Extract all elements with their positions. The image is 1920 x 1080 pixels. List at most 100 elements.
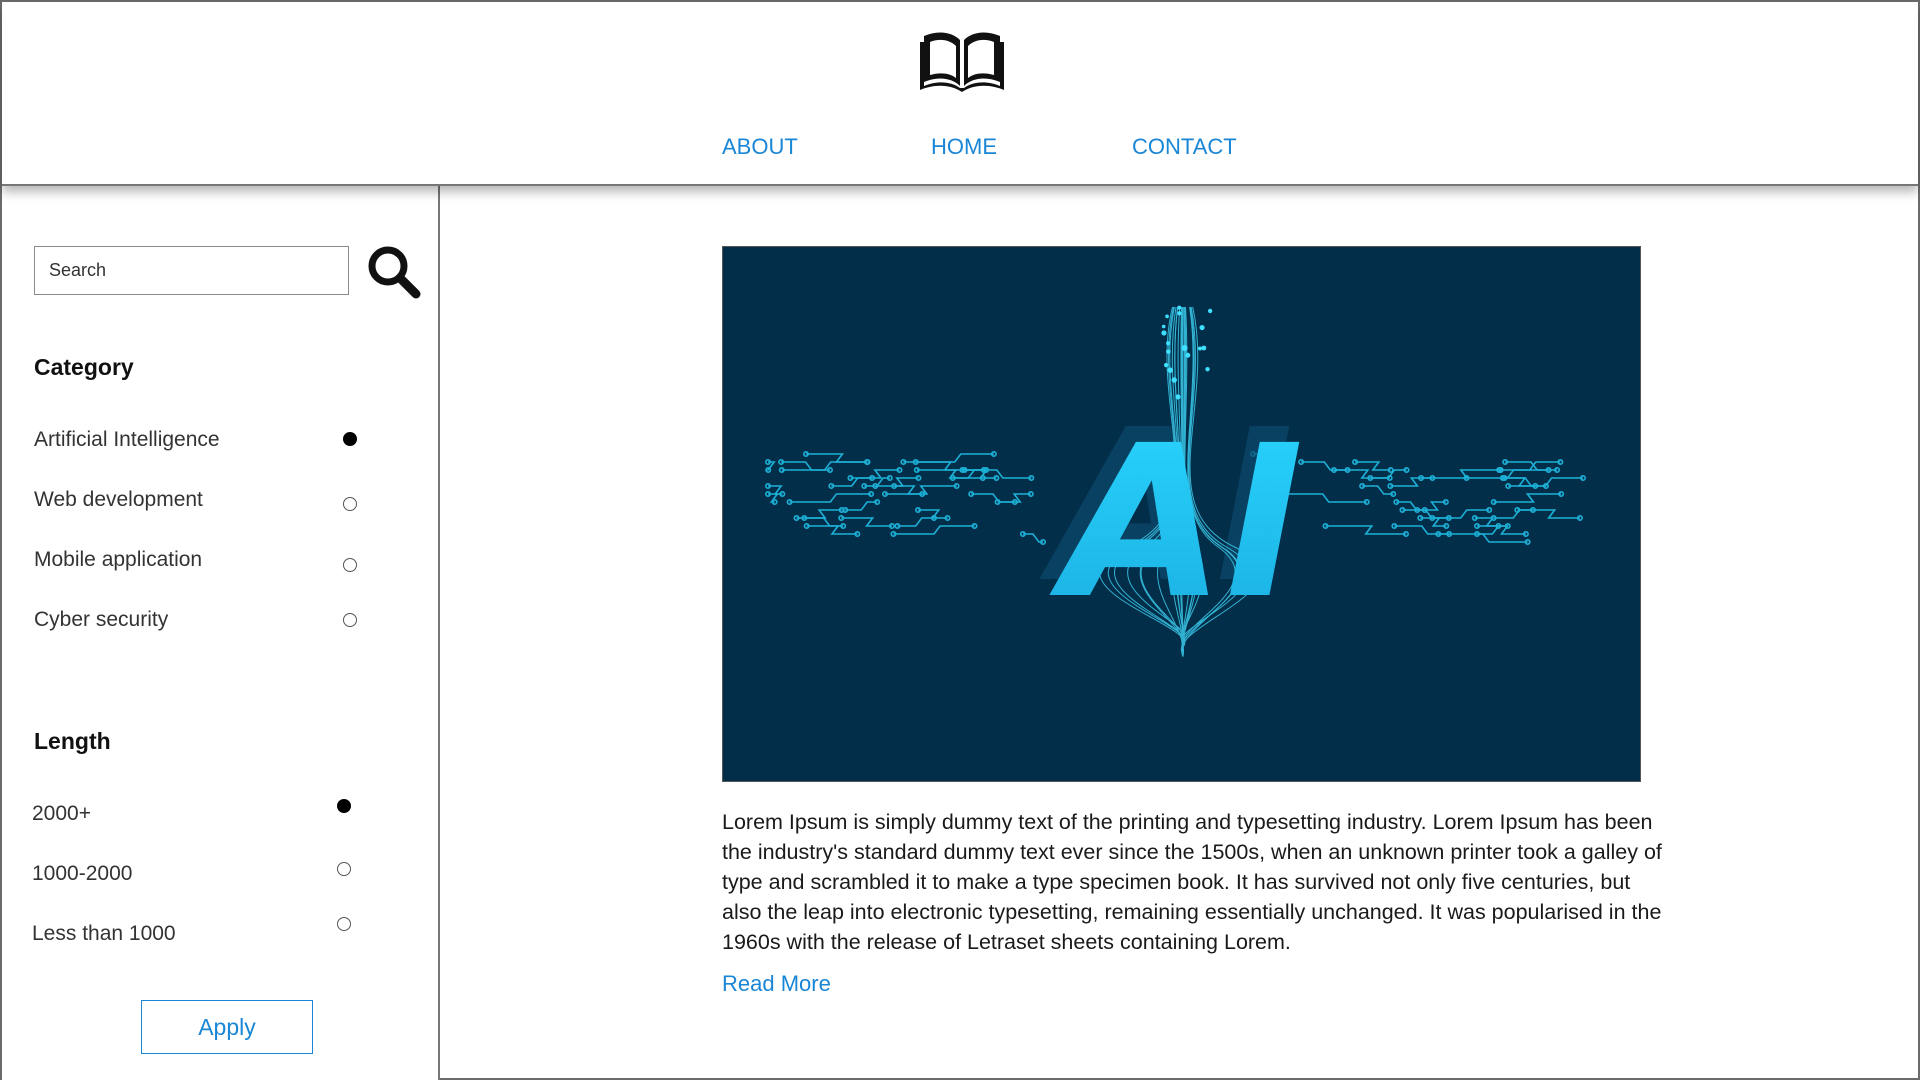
circuit-trace xyxy=(1493,493,1562,503)
circuit-node xyxy=(888,522,895,529)
circuit-trace xyxy=(893,525,975,535)
hero-ai-text: AI xyxy=(1049,400,1304,645)
category-option-label: Mobile application xyxy=(34,548,203,571)
circuit-node xyxy=(882,491,889,498)
glow-dot xyxy=(1175,394,1181,400)
circuit-trace xyxy=(805,453,867,463)
category-option-label: Artificial Intelligence xyxy=(34,428,220,451)
circuit-trace xyxy=(804,517,844,527)
category-radio-web[interactable] xyxy=(343,497,357,511)
glow-dot xyxy=(1177,305,1182,310)
glow-dot xyxy=(1165,314,1169,319)
circuit-trace xyxy=(971,493,1015,503)
circuit-node xyxy=(894,522,901,529)
circuit-trace xyxy=(1417,501,1446,511)
glow-dot xyxy=(1163,362,1169,368)
circuit-trace xyxy=(1466,469,1549,479)
glow-dot xyxy=(1199,324,1205,331)
circuit-trace xyxy=(864,477,890,487)
circuit-trace xyxy=(845,501,878,511)
circuit-node xyxy=(1490,514,1497,521)
circuit-node xyxy=(1393,499,1400,506)
glow-dot xyxy=(1166,349,1171,354)
circuit-trace xyxy=(1493,509,1533,519)
article-body: Lorem Ipsum is simply dummy text of the … xyxy=(722,810,1662,954)
category-option-label: Cyber security xyxy=(34,608,169,631)
glow-dot xyxy=(1165,341,1171,346)
circuit-trace xyxy=(1432,509,1490,519)
circuit-node xyxy=(1387,483,1394,490)
circuit-trace xyxy=(915,453,994,463)
circuit-trace xyxy=(1333,469,1390,479)
nav-link-home[interactable]: HOME xyxy=(931,134,997,160)
circuit-node xyxy=(826,467,833,474)
circuit-node xyxy=(771,499,778,506)
circuit-trace xyxy=(1477,525,1526,535)
circuit-node xyxy=(913,467,920,474)
circuit-trace xyxy=(1301,461,1348,471)
circuit-trace xyxy=(918,509,948,519)
ai-circuit-illustration: AI AI xyxy=(764,305,1586,658)
top-header: ABOUT HOME CONTACT xyxy=(2,2,1918,186)
length-radio-less-1000[interactable] xyxy=(337,917,351,931)
glow-dot xyxy=(1201,345,1207,351)
search-input[interactable] xyxy=(34,246,349,295)
circuit-node xyxy=(778,467,785,474)
length-heading: Length xyxy=(34,728,111,754)
circuit-trace xyxy=(1390,477,1433,487)
circuit-node xyxy=(1403,467,1410,474)
circuit-node xyxy=(1474,522,1481,529)
circuit-node xyxy=(840,522,847,529)
circuit-trace xyxy=(1517,509,1580,519)
app-frame: ABOUT HOME CONTACT Category Artificial I… xyxy=(0,0,1920,1080)
circuit-trace xyxy=(952,469,984,479)
circuit-trace xyxy=(781,461,830,471)
category-radio-ai[interactable] xyxy=(343,432,357,446)
category-heading: Category xyxy=(34,354,134,380)
circuit-node xyxy=(779,491,786,498)
glow-dot xyxy=(1167,367,1173,373)
circuit-node xyxy=(1490,499,1497,506)
search-icon[interactable] xyxy=(366,244,422,300)
glow-dot xyxy=(1185,352,1191,358)
glow-dot xyxy=(1207,308,1213,314)
circuit-node xyxy=(802,451,809,458)
glow-dot xyxy=(1177,311,1182,316)
circuit-trace xyxy=(1421,469,1501,479)
circuit-trace xyxy=(1355,461,1391,471)
length-option-label: Less than 1000 xyxy=(32,922,176,945)
category-option-label: Web development xyxy=(34,488,203,511)
circuit-trace xyxy=(806,525,858,535)
circuit-trace xyxy=(1022,533,1043,543)
glow-dot xyxy=(1171,377,1177,383)
circuit-trace xyxy=(997,493,1031,503)
apply-button[interactable]: Apply xyxy=(141,1000,313,1054)
glow-dot xyxy=(1205,367,1210,372)
circuit-trace xyxy=(781,461,868,471)
filter-sidebar: Category Artificial Intelligence Web dev… xyxy=(2,186,440,1080)
length-radio-1000-2000[interactable] xyxy=(337,862,351,876)
circuit-node xyxy=(1322,522,1329,529)
circuit-trace xyxy=(897,517,934,527)
length-radio-2000-plus[interactable] xyxy=(337,799,351,813)
circuit-trace xyxy=(841,517,892,527)
article-hero-image: AI AI xyxy=(722,246,1641,782)
category-radio-cyber[interactable] xyxy=(343,613,357,627)
circuit-trace xyxy=(1325,525,1406,535)
circuit-trace xyxy=(789,493,872,503)
nav-link-contact[interactable]: CONTACT xyxy=(1132,134,1237,160)
length-option-label: 1000-2000 xyxy=(32,862,133,885)
glow-dot xyxy=(1181,345,1188,352)
glow-dot xyxy=(1161,330,1167,336)
glow-dot xyxy=(1161,324,1166,329)
circuit-node xyxy=(968,491,975,498)
category-radio-mobile[interactable] xyxy=(343,558,357,572)
open-book-icon[interactable] xyxy=(920,28,1004,94)
length-option-label: 2000+ xyxy=(32,802,91,825)
glow-dot xyxy=(1197,346,1202,351)
read-more-link[interactable]: Read More xyxy=(722,971,831,997)
circuit-node xyxy=(1019,530,1026,537)
circuit-node xyxy=(900,459,907,466)
circuit-node xyxy=(803,522,810,529)
nav-link-about[interactable]: ABOUT xyxy=(722,134,798,160)
